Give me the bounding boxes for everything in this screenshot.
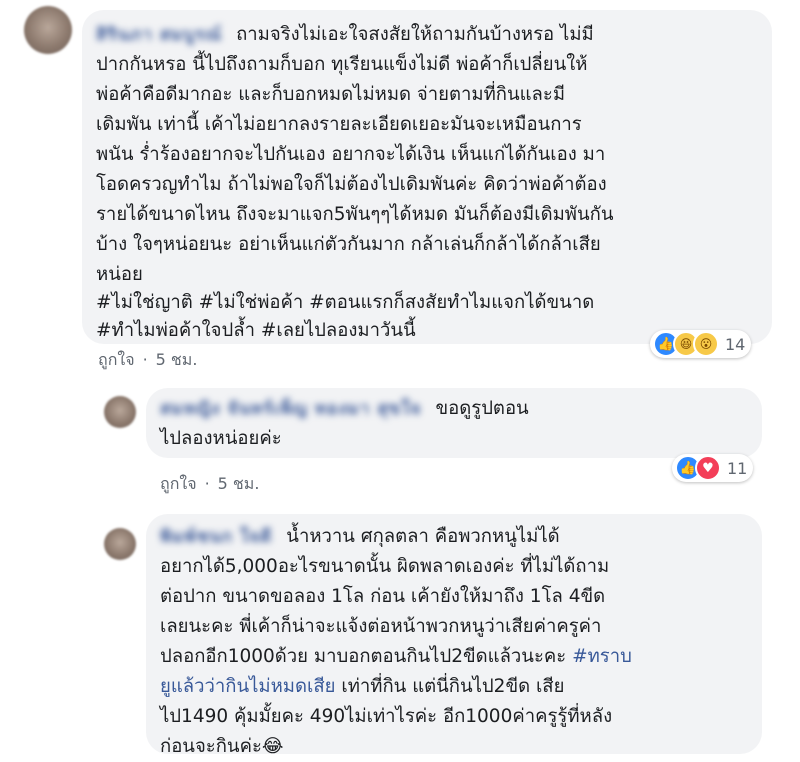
comment-text-line: พ่อค้าคือดีมากอะ และก็บอกหมดไม่หมด จ่ายต… bbox=[96, 84, 566, 105]
like-link[interactable]: ถูกใจ bbox=[98, 350, 135, 369]
comment-bubble: พิมพ์ชนก ใจดี น้ำหวาน ศกุลตลา คือพวกหนูไม… bbox=[146, 514, 762, 757]
hashtag-link[interactable]: #ทราบ bbox=[572, 646, 632, 667]
comment-text-line: หน่อย bbox=[96, 264, 143, 285]
separator-dot: · bbox=[204, 474, 210, 493]
comment-author[interactable]: สมหญิง จันทร์เพ็ญ ทองมา สุขใจ bbox=[160, 394, 421, 424]
comment-meta: ถูกใจ · 5 ชม. bbox=[160, 472, 259, 497]
comment-text-line: รายได้ขนาดไหน ถึงจะมาแจก5พันๆๆได้หมด มัน… bbox=[96, 204, 614, 225]
comment-text-line: บ้าง ใจๆหน่อยนะ อย่าเห็นแก่ตัวกันมาก กล้… bbox=[96, 234, 601, 255]
comment-time[interactable]: 5 ชม. bbox=[218, 474, 260, 493]
comment-bubble: สิรินภา สมบูรณ์ ถามจริงไม่เอะใจสงสัยให้ถา… bbox=[82, 10, 772, 344]
comment-text-line: ไปลองหน่อยค่ะ bbox=[160, 428, 282, 449]
comment-text-line: เลยนะคะ พี่เค้าก็น่าจะแจ้งต่อหน้าพวกหนูว… bbox=[160, 616, 602, 637]
love-icon: ♥ bbox=[695, 455, 721, 481]
reaction-summary[interactable]: 👍 😆 😮 14 bbox=[650, 330, 752, 358]
comment-text-line: ไป1490 คุ้มมั้ยคะ 490ไม่เท่าไรค่ะ อีก100… bbox=[160, 706, 613, 727]
hashtag-line[interactable]: #ทำไมพ่อค้าใจปล้ำ #เลยไปลองมาวันนี้ bbox=[96, 316, 416, 346]
comment-author[interactable]: พิมพ์ชนก ใจดี bbox=[160, 522, 272, 552]
comment-text-line: ปากกันหรอ นี้ไปถึงถามก็บอก ทุเรียนแข็งไม… bbox=[96, 54, 588, 75]
comment-time[interactable]: 5 ชม. bbox=[156, 350, 198, 369]
hashtag-line[interactable]: #ไม่ใช่ญาติ #ไม่ใช่พ่อค้า #ตอนแรกก็สงสัย… bbox=[96, 288, 594, 318]
reaction-count: 11 bbox=[727, 458, 748, 478]
commenter-avatar[interactable] bbox=[104, 396, 136, 428]
comment-text-line: เดิมพัน เท่านี้ เค้าไม่อยากลงรายละเอียดเ… bbox=[96, 114, 582, 135]
reaction-summary[interactable]: 👍 ♥ 11 bbox=[672, 454, 754, 482]
hashtag-link[interactable]: ยูแล้วว่ากินไม่หมดเสีย bbox=[160, 676, 335, 697]
comment-text-line: น้ำหวาน ศกุลตลา คือพวกหนูไม่ได้ bbox=[286, 526, 560, 547]
comment-text-line: ต่อปาก ขนาดขอลอง 1โล ก่อน เค้ายังให้มาถึ… bbox=[160, 586, 606, 607]
commenter-avatar[interactable] bbox=[104, 528, 136, 560]
like-link[interactable]: ถูกใจ bbox=[160, 474, 197, 493]
comment-text-line: อยากได้5,000อะไรขนาดนั้น ผิดพลาดเองค่ะ ท… bbox=[160, 556, 610, 577]
comment-bubble: สมหญิง จันทร์เพ็ญ ทองมา สุขใจ ขอดูรูปตอน … bbox=[146, 388, 762, 458]
comment-text-line: ปลอกอีก1000ด้วย มาบอกตอนกินไป2ขีดแล้วนะค… bbox=[160, 646, 567, 667]
separator-dot: · bbox=[142, 350, 148, 369]
comment-text-line: ขอดูรูปตอน bbox=[435, 398, 529, 419]
comment-text-line: เท่าที่กิน แต่นี่กินไป2ขีด เสีย bbox=[335, 676, 565, 697]
wow-icon: 😮 bbox=[693, 331, 719, 357]
commenter-avatar[interactable] bbox=[24, 6, 72, 54]
comment-text-line: ถามจริงไม่เอะใจสงสัยให้ถามกันบ้างหรอ ไม่… bbox=[236, 24, 594, 45]
reaction-count: 14 bbox=[725, 334, 746, 354]
comment-text-line: โอดครวญทำไม ถ้าไม่พอใจก็ไม่ต้องไปเดิมพัน… bbox=[96, 174, 607, 195]
comment-text-line: พนัน ร่ำร้องอยากจะไปกันเอง อยากจะได้เงิน… bbox=[96, 144, 606, 165]
comment-meta: ถูกใจ · 5 ชม. bbox=[98, 348, 197, 373]
comment-author[interactable]: สิรินภา สมบูรณ์ bbox=[96, 20, 222, 50]
